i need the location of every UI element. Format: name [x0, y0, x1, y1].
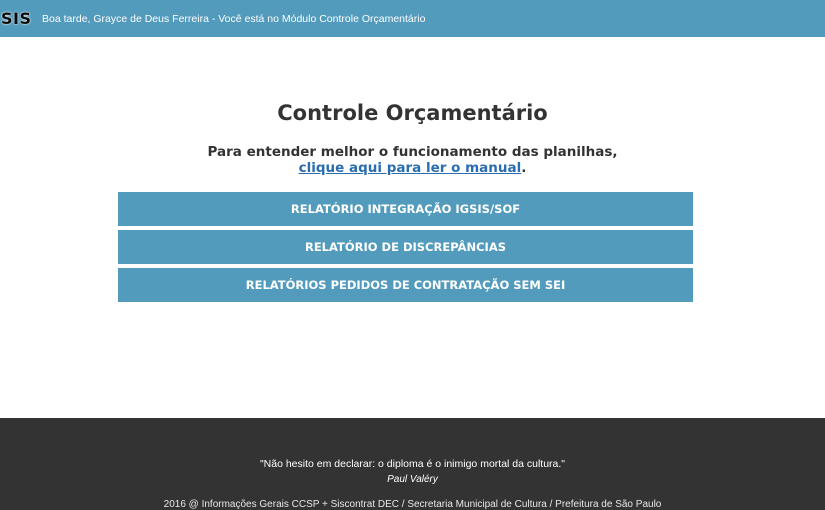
manual-link[interactable]: clique aqui para ler o manual — [299, 160, 522, 176]
relatorio-discrepancias-button[interactable]: RELATÓRIO DE DISCREPÂNCIAS — [118, 230, 693, 264]
relatorios-pedidos-button[interactable]: RELATÓRIOS PEDIDOS DE CONTRATAÇÃO SEM SE… — [118, 268, 693, 302]
relatorio-integracao-label: RELATÓRIO INTEGRAÇÃO IGSIS/SOF — [290, 202, 521, 216]
page-title: Controle Orçamentário — [277, 101, 548, 125]
logo-text: SIS — [1, 9, 32, 28]
manual-line: clique aqui para ler o manual. — [0, 160, 825, 176]
relatorio-discrepancias-label: RELATÓRIO DE DISCREPÂNCIAS — [304, 240, 507, 254]
footer: "Não hesito em declarar: o diploma é o i… — [0, 418, 825, 510]
manual-suffix: . — [521, 160, 527, 176]
sis-logo[interactable]: SIS — [0, 0, 34, 37]
greeting-text: Boa tarde, Grayce de Deus Ferreira - Voc… — [42, 12, 426, 25]
footer-quote-author: Paul Valéry — [387, 474, 438, 485]
main-content: Controle Orçamentário Para entender melh… — [0, 37, 825, 418]
footer-quote: "Não hesito em declarar: o diploma é o i… — [259, 458, 566, 470]
intro-paragraph: Para entender melhor o funcionamento das… — [0, 144, 825, 176]
footer-copyright: 2016 @ Informações Gerais CCSP + Siscont… — [163, 499, 662, 510]
relatorio-integracao-button[interactable]: RELATÓRIO INTEGRAÇÃO IGSIS/SOF — [118, 192, 693, 226]
relatorios-pedidos-label: RELATÓRIOS PEDIDOS DE CONTRATAÇÃO SEM SE… — [245, 278, 566, 292]
top-navbar: SIS Boa tarde, Grayce de Deus Ferreira -… — [0, 0, 825, 37]
intro-text: Para entender melhor o funcionamento das… — [207, 144, 618, 160]
